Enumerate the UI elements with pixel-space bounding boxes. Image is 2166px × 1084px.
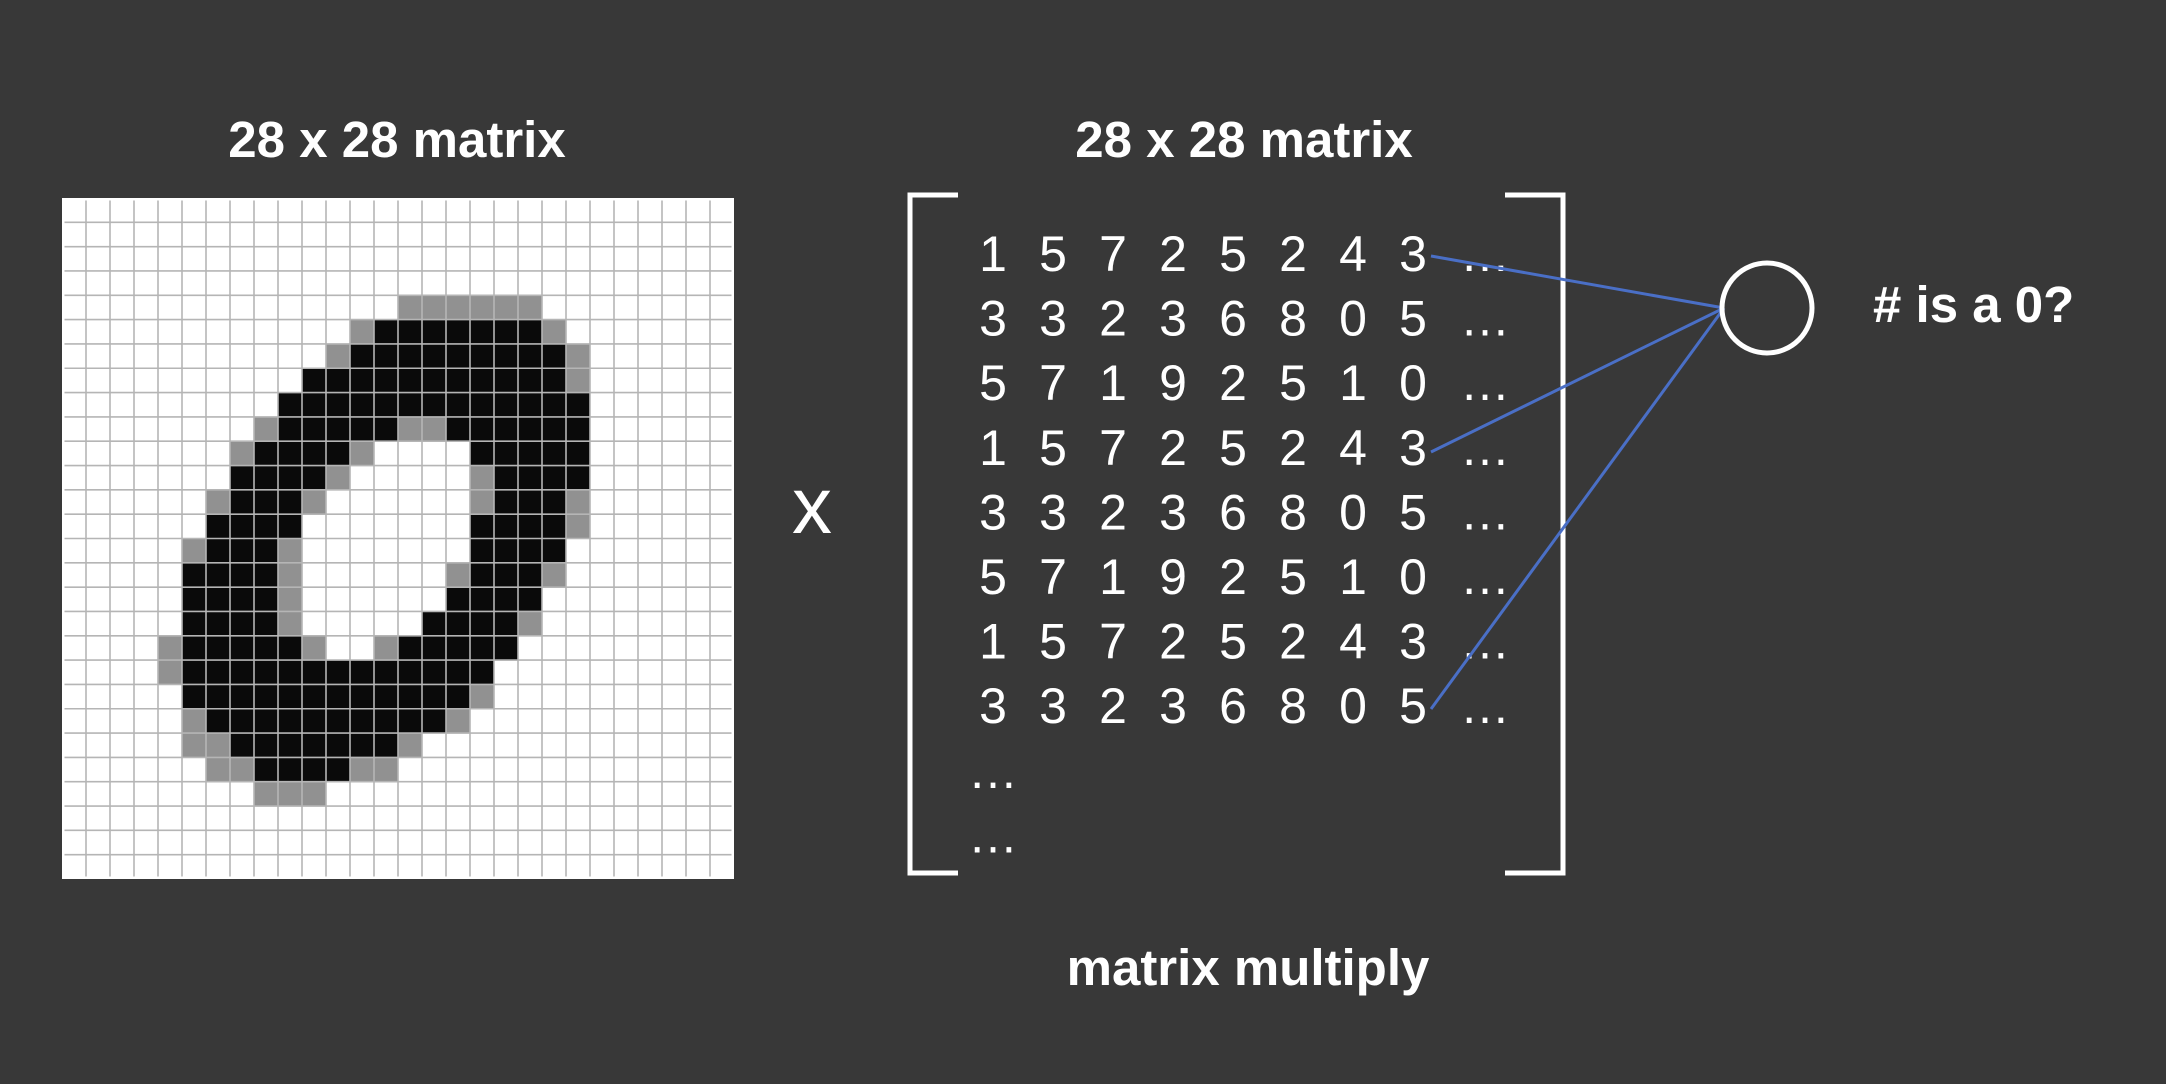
matrix-cell: 3 [1039,678,1067,734]
matrix-cell: … [968,807,1018,863]
matrix-cell: 6 [1219,484,1247,540]
matrix-cell: 1 [979,614,1007,670]
matrix-cell: 3 [1399,226,1427,282]
matrix-cell: 3 [1159,484,1187,540]
matrix-cell: 2 [1159,420,1187,476]
matrix-cell: … [1460,678,1510,734]
matrix-cell: 2 [1159,614,1187,670]
matrix-cell: 5 [1279,549,1307,605]
matrix-cell: … [1460,355,1510,411]
matrix-cell: 4 [1339,420,1367,476]
matrix-cell: 5 [1399,291,1427,347]
matrix-cell: 2 [1159,226,1187,282]
matrix-cell: 3 [1159,678,1187,734]
matrix-cell: 0 [1399,549,1427,605]
matrix-cell: 5 [979,549,1007,605]
matrix-cell: 1 [1099,549,1127,605]
matrix-cell: 2 [1099,484,1127,540]
matrix-cell: 8 [1279,291,1307,347]
weight-matrix-diagram: 1 5 7 2 5 2 4 3 …3 3 2 3 6 8 0 5 …5 7 1 9 2 5 1 0 …1 5 7 2 5 2 4 3 …3 3 2 3… [907,192,1815,876]
matrix-cell: 2 [1279,420,1307,476]
matrix-cell: 7 [1099,420,1127,476]
matrix-cell: 5 [1219,614,1247,670]
matrix-cell: 3 [979,484,1007,540]
matrix-cell: 0 [1339,678,1367,734]
matrix-cell: 4 [1339,614,1367,670]
matrix-cell: 5 [1219,226,1247,282]
matrix-cell: 3 [979,291,1007,347]
matrix-cell: 3 [1399,614,1427,670]
matrix-cell: … [1460,226,1510,282]
left-bracket [907,192,958,876]
matrix-cell: … [1460,291,1510,347]
caption: matrix multiply [1066,939,1430,996]
matrix-cell: 1 [979,226,1007,282]
matrix-cell: 9 [1159,355,1187,411]
matrix-cell: 8 [1279,484,1307,540]
matrix-cell: 9 [1159,549,1187,605]
matrix-cell: 5 [1039,226,1067,282]
matrix-cell: 4 [1339,226,1367,282]
matrix-cell: 6 [1219,291,1247,347]
matrix-cell: 3 [1039,484,1067,540]
matrix-cell: 0 [1339,484,1367,540]
matrix-cell: 5 [1279,355,1307,411]
matrix-cell: 2 [1099,678,1127,734]
matrix-cell: 2 [1219,355,1247,411]
matrix-cell: 0 [1339,291,1367,347]
matrix-cell: 5 [1039,420,1067,476]
matrix-cell: 2 [1219,549,1247,605]
matrix-cell: 7 [1039,355,1067,411]
matrix-cell: … [968,743,1018,799]
matrix-cell: 8 [1279,678,1307,734]
matrix-cell: 3 [1159,291,1187,347]
matrix-cell: 1 [1339,355,1367,411]
matrix-cell: 1 [1099,355,1127,411]
matrix-cell: 3 [979,678,1007,734]
right-bracket [1505,192,1566,876]
matrix-cell: 5 [1399,484,1427,540]
matrix-cell: 2 [1099,291,1127,347]
matrix-cell: … [1460,484,1510,540]
matrix-cell: 6 [1219,678,1247,734]
matrix-cell: … [1460,420,1510,476]
matrix-cell: 5 [979,355,1007,411]
matrix-cell: 7 [1039,549,1067,605]
matrix-cell: 1 [979,420,1007,476]
matrix-cell: 1 [1339,549,1367,605]
output-question-label: # is a 0? [1873,276,2075,333]
matrix-cell: 7 [1099,226,1127,282]
matrix-cell: 2 [1279,226,1307,282]
matrix-cell: 3 [1399,420,1427,476]
matrix-cell: … [1460,549,1510,605]
matrix-cell: 3 [1039,291,1067,347]
matrix-cell: 5 [1039,614,1067,670]
matrix-cell: 5 [1399,678,1427,734]
output-neuron-node [1719,260,1815,356]
matrix-cell: 7 [1099,614,1127,670]
matrix-cell: 2 [1279,614,1307,670]
matrix-cell: 0 [1399,355,1427,411]
matrix-cell: 5 [1219,420,1247,476]
